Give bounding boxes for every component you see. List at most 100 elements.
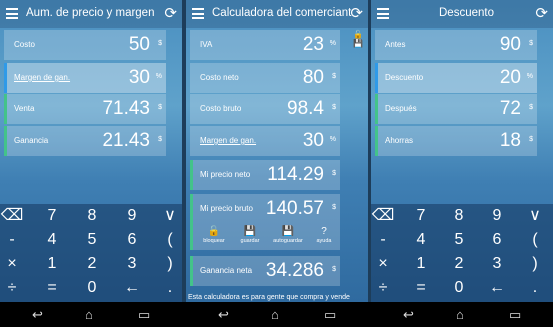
field-unit: $ [158,136,162,143]
menu-icon[interactable] [377,8,389,19]
back-icon[interactable]: ↩ [32,307,43,322]
save-button[interactable]: 💾 guardar [232,226,268,244]
field-value: 90 [499,34,521,55]
key-multiply[interactable]: × [371,252,401,276]
key-3[interactable]: 3 [479,252,515,276]
field-despues[interactable]: Después 72 $ [375,94,537,124]
field-costo-bruto[interactable]: Costo bruto 98.4 $ [190,94,340,124]
field-value: 30 [128,67,150,88]
field-label: Descuento [385,73,424,82]
key-1[interactable]: 1 [34,252,70,276]
field-precio-neto[interactable]: Mi precio neto 114.29 $ [190,160,340,190]
lock-save-icons: 🔓 💾 [352,30,364,48]
key-3[interactable]: 3 [114,252,150,276]
key-8[interactable]: 8 [441,204,477,228]
home-icon[interactable]: ⌂ [456,307,464,322]
result-indicator [4,94,7,124]
field-ganancia-neta[interactable]: Ganancia neta 34.286 $ [190,256,340,286]
field-ahorras[interactable]: Ahorras 18 $ [375,126,537,156]
lock-icon: 🔓 [207,226,221,237]
key-minus[interactable]: - [0,228,30,252]
key-open-paren[interactable]: ( [152,228,182,252]
help-icon: ? [321,226,327,237]
field-venta[interactable]: Venta 71.43 $ [4,94,166,124]
field-value: 50 [128,34,150,55]
key-5[interactable]: 5 [441,228,477,252]
key-dot[interactable]: . [152,276,182,300]
input-indicator [375,63,378,93]
lock-icon[interactable]: 🔓 [352,30,364,39]
key-7[interactable]: 7 [403,204,439,228]
key-4[interactable]: 4 [403,228,439,252]
field-unit: $ [332,170,336,177]
input-indicator [4,63,7,93]
field-descuento[interactable]: Descuento 20 % [375,63,537,93]
toolbar-label: guardar [240,238,260,244]
key-dot[interactable]: . [517,276,553,300]
field-value: 18 [499,130,521,151]
help-button[interactable]: ? ayuda [306,226,342,244]
field-antes[interactable]: Antes 90 $ [375,30,537,60]
key-5[interactable]: 5 [74,228,110,252]
back-icon[interactable]: ↩ [218,307,229,322]
recents-icon[interactable]: ▭ [509,307,521,322]
key-close-paren[interactable]: ) [152,252,182,276]
key-equals[interactable]: = [34,276,70,300]
field-iva[interactable]: IVA 23 % [190,30,340,60]
system-nav-bar: ↩ ⌂ ▭ ↩ ⌂ ▭ ↩ ⌂ ▭ [0,302,553,327]
lock-button[interactable]: 🔓 bloquear [196,226,232,244]
field-ganancia[interactable]: Ganancia 21.43 $ [4,126,166,156]
key-down[interactable]: ∨ [152,204,182,228]
toolbar-label: ayuda [316,238,332,244]
key-4[interactable]: 4 [34,228,70,252]
key-9[interactable]: 9 [114,204,150,228]
key-7[interactable]: 7 [34,204,70,228]
recents-icon[interactable]: ▭ [138,307,150,322]
save-icon[interactable]: 💾 [352,39,364,48]
key-6[interactable]: 6 [479,228,515,252]
recents-icon[interactable]: ▭ [324,307,336,322]
key-equals[interactable]: = [403,276,439,300]
refresh-icon[interactable]: ⟳ [350,6,363,21]
home-icon[interactable]: ⌂ [85,307,93,322]
field-value: 23 [302,34,324,55]
key-left[interactable]: ← [479,276,515,300]
key-backspace[interactable]: ⌫ [371,204,401,228]
key-down[interactable]: ∨ [517,204,553,228]
field-margen[interactable]: Margen de gan. 30 % [190,126,340,156]
key-8[interactable]: 8 [74,204,110,228]
key-0[interactable]: 0 [74,276,110,300]
back-icon[interactable]: ↩ [403,307,414,322]
field-value: 71.43 [102,98,150,119]
key-left[interactable]: ← [114,276,150,300]
refresh-icon[interactable]: ⟳ [535,6,548,21]
field-margen[interactable]: Margen de gan. 30 % [4,63,166,93]
field-label: Antes [385,40,406,49]
key-1[interactable]: 1 [403,252,439,276]
field-costo-neto[interactable]: Costo neto 80 $ [190,63,340,93]
key-open-paren[interactable]: ( [517,228,553,252]
field-value: 98.4 [287,98,324,119]
menu-icon[interactable] [6,8,18,19]
key-divide[interactable]: ÷ [371,276,401,300]
home-icon[interactable]: ⌂ [271,307,279,322]
key-2[interactable]: 2 [74,252,110,276]
field-value: 34.286 [265,260,324,281]
key-multiply[interactable]: × [0,252,30,276]
key-minus[interactable]: - [371,228,401,252]
app-bar: Aum. de precio y margen de ... ⟳ [0,0,182,28]
field-label: Mi precio bruto [200,204,253,213]
toolbar-label: bloquear [203,238,225,244]
key-0[interactable]: 0 [441,276,477,300]
key-divide[interactable]: ÷ [0,276,30,300]
menu-icon[interactable] [192,8,204,19]
field-label: Mi precio neto [200,170,251,179]
key-6[interactable]: 6 [114,228,150,252]
refresh-icon[interactable]: ⟳ [164,6,177,21]
key-close-paren[interactable]: ) [517,252,553,276]
key-9[interactable]: 9 [479,204,515,228]
key-backspace[interactable]: ⌫ [0,204,30,228]
autosave-button[interactable]: 💾 autoguardar [270,226,306,244]
key-2[interactable]: 2 [441,252,477,276]
field-costo[interactable]: Costo 50 $ [4,30,166,60]
